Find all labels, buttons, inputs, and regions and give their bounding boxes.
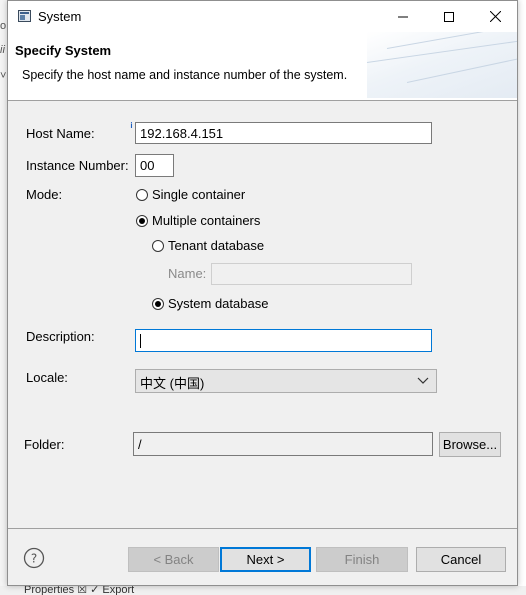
minimize-icon	[398, 16, 408, 17]
page-title: Specify System	[15, 43, 112, 58]
description-label: Description:	[26, 329, 95, 344]
host-name-label: Host Name:	[26, 126, 95, 141]
next-button[interactable]: Next >	[220, 547, 311, 572]
maximize-button[interactable]	[426, 1, 472, 32]
system-database-label: System database	[168, 296, 269, 311]
single-container-label: Single container	[152, 187, 246, 202]
minimize-button[interactable]	[380, 1, 426, 32]
tenant-name-input[interactable]	[211, 263, 412, 285]
help-icon[interactable]: ?	[23, 547, 45, 569]
cancel-button[interactable]: Cancel	[416, 547, 506, 572]
radio-indicator[interactable]	[152, 239, 164, 252]
page-description: Specify the host name and instance numbe…	[22, 68, 348, 82]
close-button[interactable]	[472, 1, 518, 32]
tenant-database-radio[interactable]: Tenant database	[152, 238, 264, 253]
finish-button[interactable]: Finish	[316, 547, 408, 572]
close-icon	[489, 11, 501, 22]
locale-label: Locale:	[26, 370, 68, 385]
background-glyph: ii	[0, 44, 5, 56]
name-label: Name:	[168, 266, 207, 281]
text-caret	[140, 334, 141, 348]
background-glyph: ˅	[0, 70, 7, 82]
system-dialog: System Specify System Specify the host n…	[7, 0, 518, 586]
info-icon: i	[130, 121, 133, 130]
instance-number-label: Instance Number:	[26, 158, 129, 173]
window-app-icon	[18, 10, 31, 22]
help-icon-glyph: ?	[31, 552, 37, 566]
background-glyph: o	[0, 20, 7, 32]
wizard-header: Specify System Specify the host name and…	[8, 32, 517, 101]
tenant-database-label: Tenant database	[168, 238, 265, 253]
radio-indicator[interactable]	[152, 297, 164, 310]
instance-number-input[interactable]	[135, 154, 174, 177]
locale-selected-value: 中文 (中国)	[140, 376, 205, 391]
window-title: System	[38, 9, 82, 24]
multiple-containers-label: Multiple containers	[152, 213, 261, 228]
locale-select[interactable]: 中文 (中国)	[135, 369, 437, 393]
single-container-radio[interactable]: Single container	[136, 187, 245, 202]
mode-label: Mode:	[26, 187, 63, 202]
browse-button[interactable]: Browse...	[439, 432, 501, 457]
background-app-bottom-tabs: Properties ☒ ✓ Export	[0, 586, 526, 595]
footer-separator	[8, 528, 517, 529]
maximize-icon	[444, 11, 454, 22]
host-name-input[interactable]	[135, 122, 432, 144]
header-banner-graphic	[366, 32, 517, 98]
system-database-radio[interactable]: System database	[152, 296, 268, 311]
folder-input[interactable]	[133, 432, 433, 456]
title-bar[interactable]: System	[8, 1, 517, 32]
chevron-down-icon	[417, 377, 429, 384]
back-button[interactable]: < Back	[128, 547, 219, 572]
radio-indicator[interactable]	[136, 214, 148, 227]
background-tab-text: Properties ☒ ✓ Export	[24, 586, 135, 595]
multiple-containers-radio[interactable]: Multiple containers	[136, 213, 260, 228]
folder-label: Folder:	[24, 437, 65, 452]
radio-indicator[interactable]	[136, 188, 148, 201]
description-input[interactable]	[135, 329, 432, 352]
